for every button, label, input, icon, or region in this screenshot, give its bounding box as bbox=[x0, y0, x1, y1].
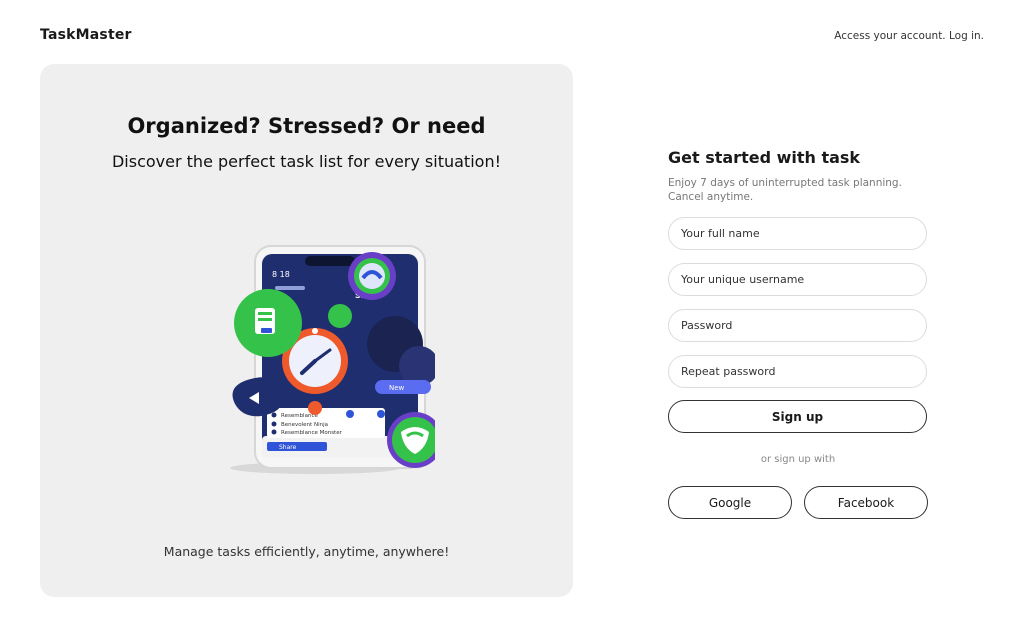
facebook-signup-button[interactable]: Facebook bbox=[804, 486, 928, 519]
hero-caption: Manage tasks efficiently, anytime, anywh… bbox=[163, 544, 450, 559]
task-list-card: Resemblance Benevolent Ninja Resemblance… bbox=[267, 408, 385, 438]
login-link[interactable]: Access your account. Log in. bbox=[834, 30, 984, 42]
phone-time: 8 18 bbox=[272, 270, 290, 279]
task-row-3: Resemblance Monster bbox=[281, 430, 343, 436]
alt-signup-text: or sign up with bbox=[760, 454, 836, 465]
notification-dot-icon bbox=[308, 401, 322, 415]
hero-title: Organized? Stressed? Or need bbox=[127, 114, 486, 138]
hero-subtitle: Discover the perfect task list for every… bbox=[111, 152, 501, 171]
calendar-badge-icon bbox=[348, 252, 396, 300]
checklist-icon bbox=[234, 289, 302, 357]
signup-form: Get started with task Enjoy 7 days of un… bbox=[668, 148, 928, 519]
password-input[interactable] bbox=[668, 309, 927, 342]
full-name-input[interactable] bbox=[668, 217, 927, 250]
signup-title: Get started with task bbox=[668, 148, 861, 167]
signup-subtitle: Enjoy 7 days of uninterrupted task plann… bbox=[668, 177, 902, 203]
task-row-2: Benevolent Ninja bbox=[281, 422, 328, 428]
hero-panel: Organized? Stressed? Or need Discover th… bbox=[40, 64, 573, 597]
social-signup-row: Google Facebook bbox=[668, 486, 928, 519]
bottom-bar-label: Share bbox=[279, 444, 297, 451]
google-signup-button[interactable]: Google bbox=[668, 486, 792, 519]
new-chip-label: New bbox=[389, 384, 405, 392]
repeat-password-input[interactable] bbox=[668, 355, 927, 388]
chat-bubble-icon bbox=[328, 304, 352, 328]
username-input[interactable] bbox=[668, 263, 927, 296]
brand-logo[interactable]: TaskMaster bbox=[40, 27, 132, 43]
phone-illustration: 8 18 SSN Resemblance Benevolent Ninja Re… bbox=[230, 245, 435, 474]
signup-button[interactable]: Sign up bbox=[668, 400, 927, 433]
